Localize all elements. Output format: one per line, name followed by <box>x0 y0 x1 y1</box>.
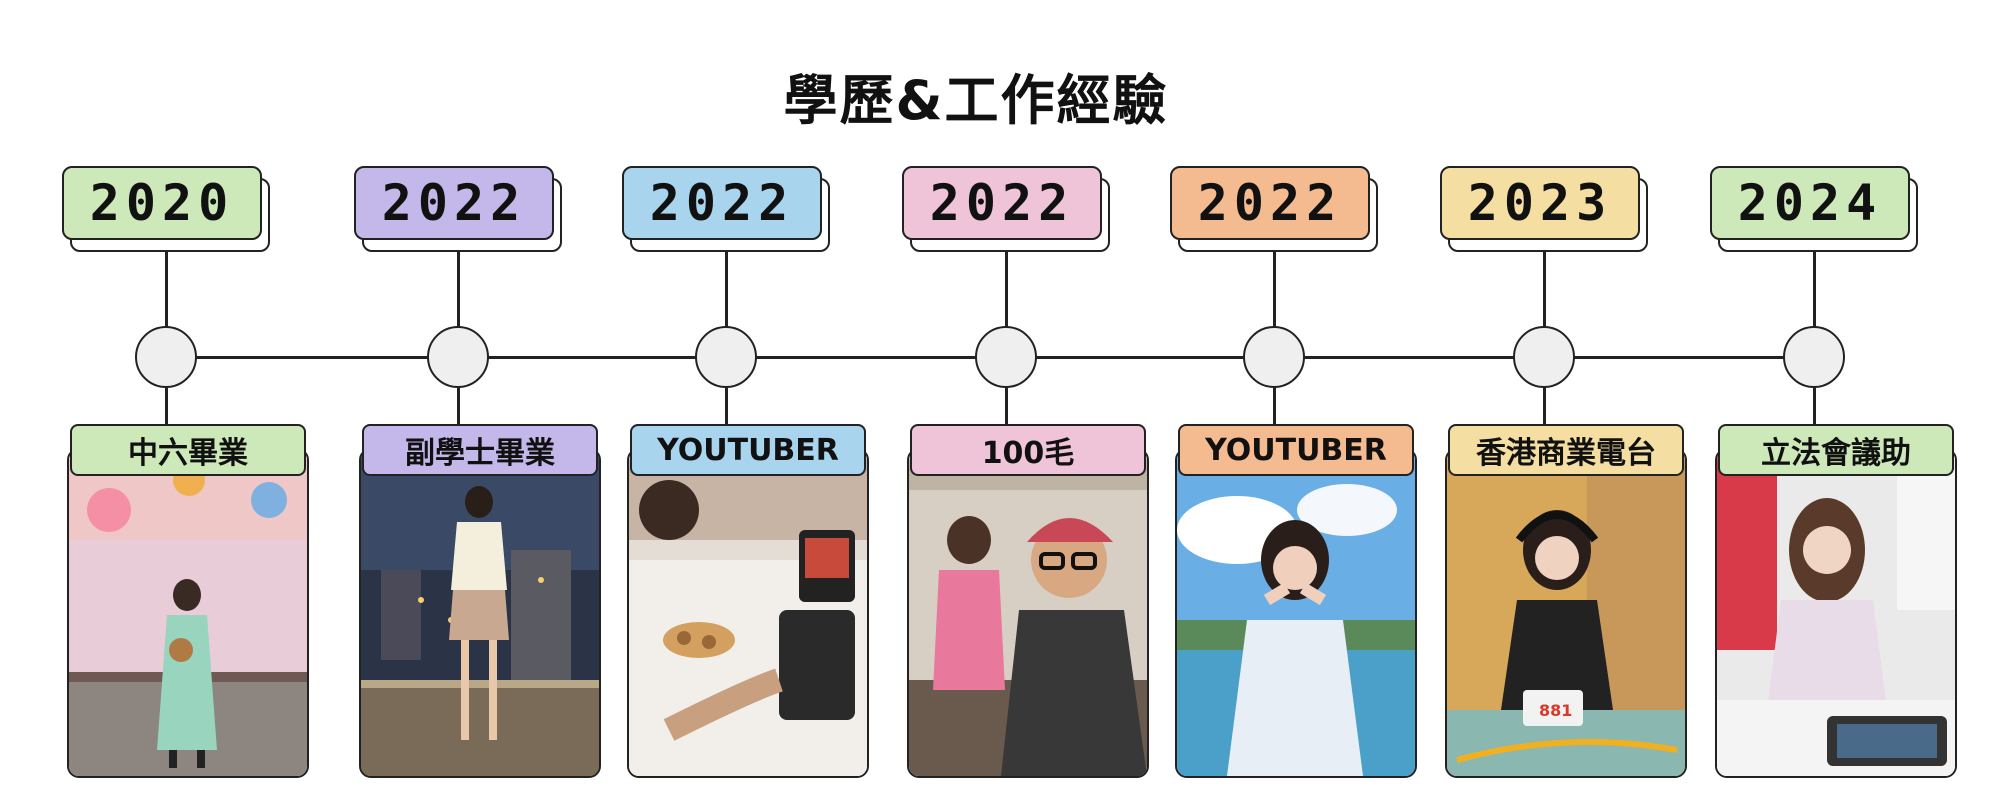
connector-top <box>725 250 728 328</box>
connector-top <box>1543 250 1546 328</box>
role-tag: 立法會議助 <box>1718 424 1954 476</box>
connector-bottom <box>1005 386 1008 426</box>
role-tag: YOUTUBER <box>630 424 866 476</box>
photo-radio-station: 881 <box>1445 448 1687 778</box>
photo-100mo <box>907 448 1149 778</box>
connector-bottom <box>725 386 728 426</box>
photo-associate-degree <box>359 448 601 778</box>
year-tag: 2024 <box>1710 166 1910 240</box>
timeline-node <box>427 326 489 388</box>
photo-legco-assistant <box>1715 448 1957 778</box>
timeline-node <box>975 326 1037 388</box>
role-tag: 中六畢業 <box>70 424 306 476</box>
role-tag: 香港商業電台 <box>1448 424 1684 476</box>
connector-bottom <box>1543 386 1546 426</box>
year-tag: 2020 <box>62 166 262 240</box>
milestone-1: 2020 中六畢業 <box>62 0 312 800</box>
svg-text:881: 881 <box>1539 701 1572 720</box>
photo-youtuber-filming <box>627 448 869 778</box>
milestone-6: 2023 881 香港商業電台 <box>1440 0 1690 800</box>
role-tag: 副學士畢業 <box>362 424 598 476</box>
timeline-node <box>1513 326 1575 388</box>
connector-top <box>165 250 168 328</box>
milestone-3: 2022 YOUTUBER <box>622 0 872 800</box>
milestone-4: 2022 100毛 <box>902 0 1152 800</box>
milestone-5: 2022 YOUTUBER <box>1170 0 1420 800</box>
photo-graduation <box>67 448 309 778</box>
year-tag: 2022 <box>354 166 554 240</box>
timeline-node <box>135 326 197 388</box>
role-tag: YOUTUBER <box>1178 424 1414 476</box>
photo-youtuber-seaside <box>1175 448 1417 778</box>
connector-bottom <box>165 386 168 426</box>
year-tag: 2022 <box>902 166 1102 240</box>
year-tag: 2023 <box>1440 166 1640 240</box>
milestone-2: 2022 副學士畢業 <box>354 0 604 800</box>
connector-top <box>1005 250 1008 328</box>
connector-bottom <box>1813 386 1816 426</box>
connector-top <box>457 250 460 328</box>
timeline-node <box>1783 326 1845 388</box>
year-tag: 2022 <box>1170 166 1370 240</box>
timeline-node <box>695 326 757 388</box>
timeline-node <box>1243 326 1305 388</box>
year-tag: 2022 <box>622 166 822 240</box>
milestone-7: 2024 立法會議助 <box>1710 0 1960 800</box>
role-tag: 100毛 <box>910 424 1146 476</box>
connector-top <box>1273 250 1276 328</box>
connector-top <box>1813 250 1816 328</box>
connector-bottom <box>1273 386 1276 426</box>
connector-bottom <box>457 386 460 426</box>
